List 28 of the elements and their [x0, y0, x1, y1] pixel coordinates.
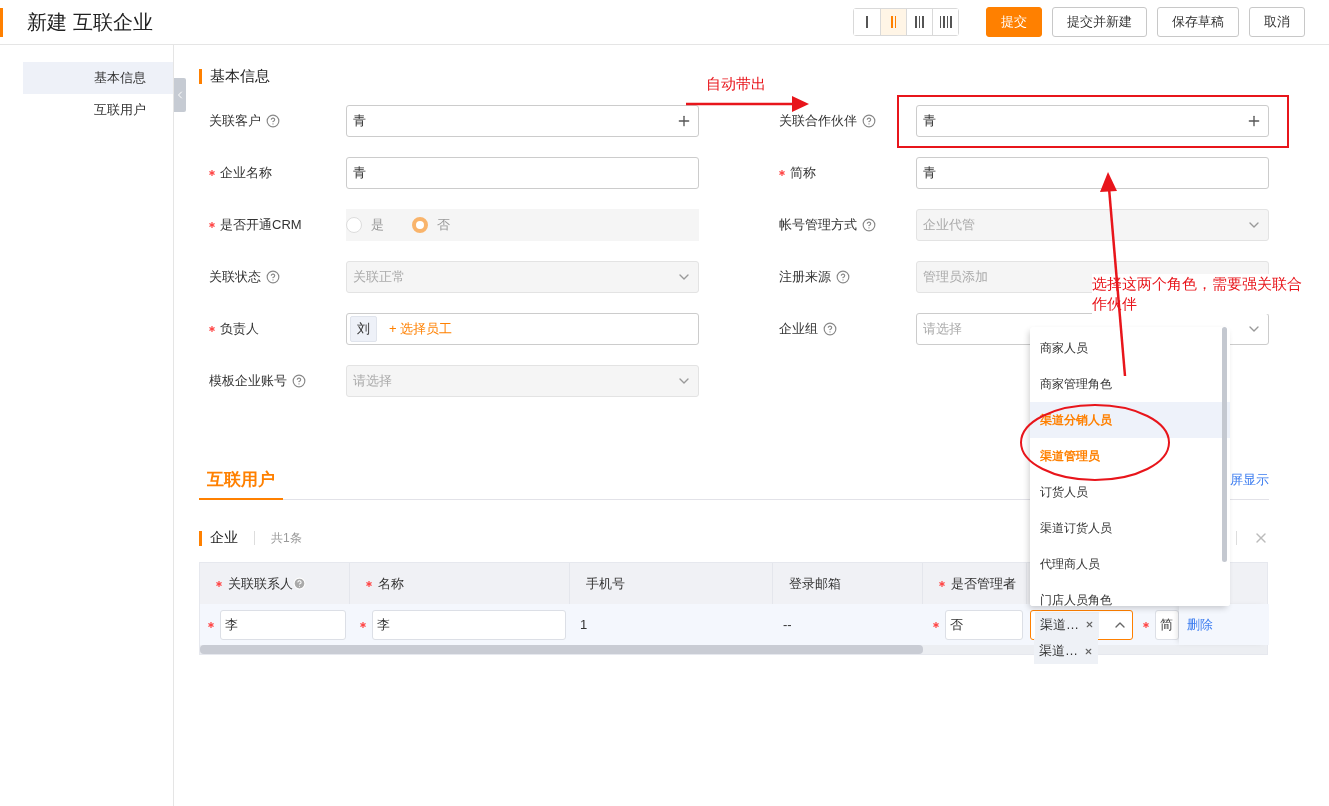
column-header: 是否管理者	[951, 574, 1016, 593]
field-label: 注册来源	[779, 268, 831, 286]
record-count: 共1条	[271, 529, 302, 547]
role-tag: 渠道…	[1035, 611, 1099, 638]
subsection-title: 企业	[210, 529, 238, 547]
column-header: 名称	[378, 574, 404, 593]
section-title: 基本信息	[210, 66, 270, 86]
field-label: 模板企业账号	[209, 372, 287, 390]
field-label: 负责人	[220, 320, 259, 338]
person-tag: 刘	[350, 316, 377, 342]
table-cell: 1	[580, 617, 588, 632]
field-label: 关联合作伙伴	[779, 112, 857, 130]
radio-label: 否	[437, 216, 450, 234]
field-label: 关联状态	[209, 268, 261, 286]
column-header: 手机号	[586, 574, 625, 593]
field-label: 是否开通CRM	[220, 216, 302, 234]
role-tag: 渠道…	[1034, 638, 1098, 664]
field-label: 企业名称	[220, 164, 272, 182]
field-label: 企业组	[779, 320, 818, 338]
table-cell: --	[783, 617, 792, 632]
field-label: 关联客户	[209, 112, 261, 130]
annotation-note: 自动带出	[706, 74, 766, 94]
radio-label: 是	[371, 216, 384, 234]
column-header: 关联联系人	[228, 574, 293, 593]
field-label: 帐号管理方式	[779, 216, 857, 234]
field-label: 简称	[790, 164, 816, 182]
page-title: 新建 互联企业	[27, 9, 154, 35]
column-header: 登录邮箱	[789, 574, 841, 593]
